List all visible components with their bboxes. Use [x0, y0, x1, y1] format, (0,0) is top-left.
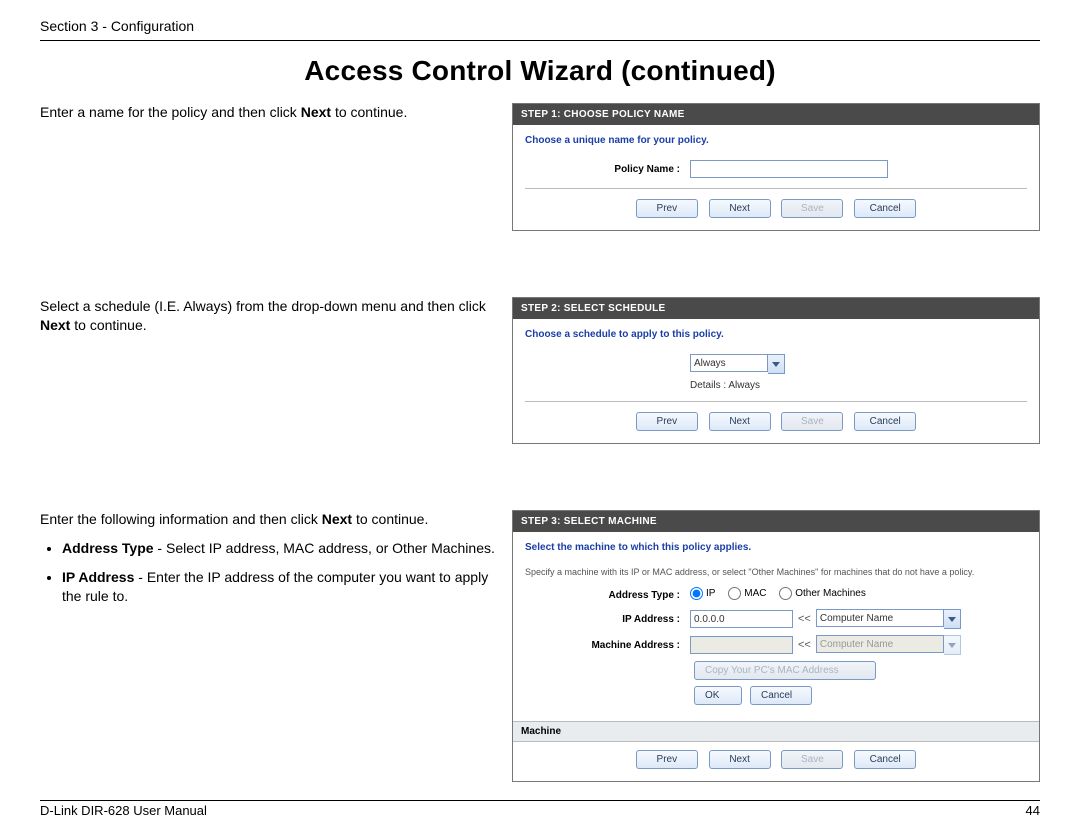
- address-type-label: Address Type :: [525, 590, 690, 601]
- chevron-down-icon[interactable]: [944, 609, 961, 629]
- radio-other-label: Other Machines: [795, 588, 866, 599]
- ip-address-input[interactable]: [690, 610, 793, 628]
- step1-text-bold: Next: [301, 104, 331, 120]
- step1-row: Enter a name for the policy and then cli…: [40, 103, 1040, 231]
- cancel-button[interactable]: Cancel: [854, 750, 916, 769]
- next-button[interactable]: Next: [709, 199, 771, 218]
- schedule-details: Details : Always: [525, 380, 1027, 391]
- copy-mac-button: Copy Your PC's MAC Address: [694, 661, 876, 680]
- machine-address-label: Machine Address :: [525, 640, 690, 651]
- lt-icon: <<: [793, 639, 816, 651]
- step2-panel: STEP 2: SELECT SCHEDULE Choose a schedul…: [512, 297, 1040, 444]
- step3-intro: Select the machine to which this policy …: [525, 542, 1027, 553]
- computer-name-value-disabled: [816, 635, 944, 653]
- computer-name-select[interactable]: [816, 609, 961, 629]
- bullet-address-type-text: - Select IP address, MAC address, or Oth…: [154, 540, 495, 556]
- ip-address-label: IP Address :: [525, 614, 690, 625]
- details-label: Details :: [690, 380, 726, 391]
- bullet-ip-address: IP Address - Enter the IP address of the…: [62, 568, 500, 606]
- step2-header: STEP 2: SELECT SCHEDULE: [513, 298, 1039, 319]
- step2-row: Select a schedule (I.E. Always) from the…: [40, 297, 1040, 444]
- schedule-select-value[interactable]: [690, 354, 768, 372]
- radio-ip[interactable]: IP: [690, 587, 715, 600]
- page-footer: D-Link DIR-628 User Manual 44: [40, 800, 1040, 818]
- step1-text-post: to continue.: [331, 104, 407, 120]
- step1-header: STEP 1: CHOOSE POLICY NAME: [513, 104, 1039, 125]
- step2-text-post: to continue.: [70, 317, 146, 333]
- section-header: Section 3 - Configuration: [40, 18, 1040, 41]
- step3-text-bold: Next: [322, 511, 352, 527]
- chevron-down-icon[interactable]: [768, 354, 785, 374]
- prev-button[interactable]: Prev: [636, 412, 698, 431]
- step3-text-post: to continue.: [352, 511, 428, 527]
- step1-text-pre: Enter a name for the policy and then cli…: [40, 104, 301, 120]
- step2-instruction: Select a schedule (I.E. Always) from the…: [40, 297, 500, 335]
- step1-intro: Choose a unique name for your policy.: [525, 135, 1027, 146]
- step1-panel: STEP 1: CHOOSE POLICY NAME Choose a uniq…: [512, 103, 1040, 231]
- machine-address-input: [690, 636, 793, 654]
- cancel-button[interactable]: Cancel: [854, 199, 916, 218]
- step2-text-bold: Next: [40, 317, 70, 333]
- step3-instruction: Enter the following information and then…: [40, 510, 500, 529]
- details-value: Always: [728, 380, 760, 391]
- next-button[interactable]: Next: [709, 412, 771, 431]
- save-button: Save: [781, 412, 843, 431]
- save-button: Save: [781, 750, 843, 769]
- cancel-button[interactable]: Cancel: [854, 412, 916, 431]
- radio-ip-label: IP: [706, 588, 715, 599]
- save-button: Save: [781, 199, 843, 218]
- manual-name: D-Link DIR-628 User Manual: [40, 803, 207, 818]
- bullet-address-type: Address Type - Select IP address, MAC ad…: [62, 539, 500, 558]
- bullet-address-type-bold: Address Type: [62, 540, 154, 556]
- radio-mac-label: MAC: [744, 588, 766, 599]
- lt-icon: <<: [793, 613, 816, 625]
- step3-text-pre: Enter the following information and then…: [40, 511, 322, 527]
- ok-button[interactable]: OK: [694, 686, 742, 705]
- chevron-down-icon: [944, 635, 961, 655]
- computer-name-select-disabled: [816, 635, 961, 655]
- page-title: Access Control Wizard (continued): [40, 55, 1040, 87]
- step3-panel: STEP 3: SELECT MACHINE Select the machin…: [512, 510, 1040, 782]
- cancel-button[interactable]: Cancel: [750, 686, 812, 705]
- prev-button[interactable]: Prev: [636, 199, 698, 218]
- step2-intro: Choose a schedule to apply to this polic…: [525, 329, 1027, 340]
- step1-instruction: Enter a name for the policy and then cli…: [40, 103, 500, 122]
- schedule-select[interactable]: [690, 354, 785, 374]
- computer-name-value[interactable]: [816, 609, 944, 627]
- next-button[interactable]: Next: [709, 750, 771, 769]
- radio-mac[interactable]: MAC: [728, 587, 766, 600]
- policy-name-label: Policy Name :: [525, 164, 690, 175]
- radio-other[interactable]: Other Machines: [779, 587, 866, 600]
- step2-text-pre: Select a schedule (I.E. Always) from the…: [40, 298, 486, 314]
- policy-name-input[interactable]: [690, 160, 888, 178]
- step3-note: Specify a machine with its IP or MAC add…: [525, 567, 1027, 577]
- page-number: 44: [1026, 803, 1040, 818]
- step3-header: STEP 3: SELECT MACHINE: [513, 511, 1039, 532]
- step3-row: Enter the following information and then…: [40, 510, 1040, 782]
- bullet-ip-bold: IP Address: [62, 569, 134, 585]
- machine-subheader: Machine: [513, 721, 1039, 742]
- prev-button[interactable]: Prev: [636, 750, 698, 769]
